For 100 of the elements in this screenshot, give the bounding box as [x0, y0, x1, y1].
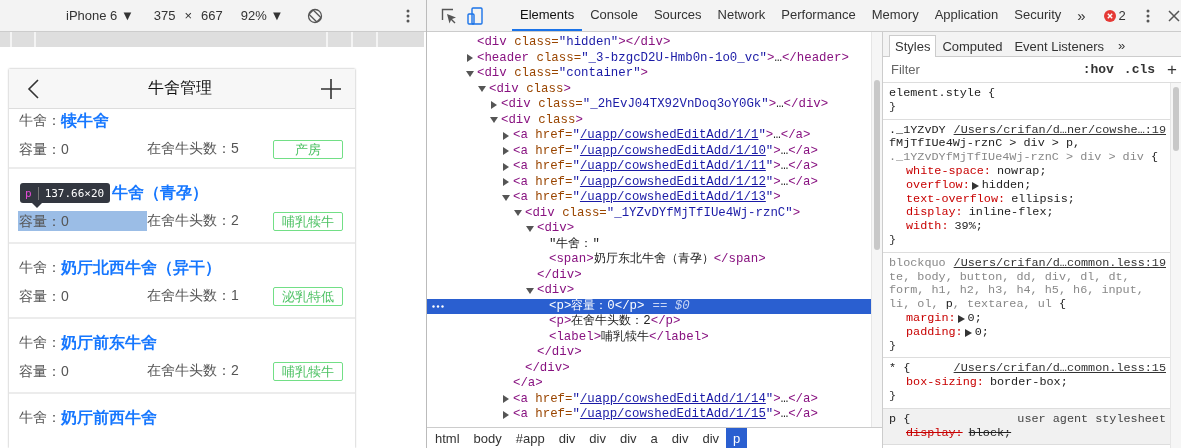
- closing-tag[interactable]: </div>: [525, 360, 570, 376]
- dom-node[interactable]: <a href="/uapp/cowshedEditAdd/1/14">…</a>: [513, 391, 818, 407]
- css-value[interactable]: 0;: [967, 311, 982, 326]
- panel-tab[interactable]: Memory: [863, 0, 927, 31]
- panel-tab[interactable]: Console: [582, 0, 646, 31]
- breadcrumb-item[interactable]: #app: [508, 428, 552, 448]
- cowshed-card[interactable]: 牛舍：奶厅前东牛舍 容量：0 在舍牛头数：2 哺乳犊牛: [9, 319, 355, 392]
- filter-field[interactable]: Filter: [889, 61, 1073, 78]
- expand-arrow-icon[interactable]: [526, 286, 534, 295]
- panel-tab[interactable]: Security: [1006, 0, 1070, 31]
- dom-node[interactable]: <p>容量：0</p>: [549, 298, 645, 314]
- source-link[interactable]: /Users/crifan/d…ner/cowshe…:19: [953, 123, 1166, 138]
- css-value[interactable]: 39%;: [954, 220, 983, 234]
- css-property[interactable]: margin:: [906, 311, 956, 326]
- css-value[interactable]: border-box;: [989, 376, 1068, 390]
- closing-tag[interactable]: </div>: [537, 267, 582, 283]
- more-icon[interactable]: [1145, 8, 1150, 23]
- dom-node[interactable]: <div>: [537, 283, 575, 299]
- panel-tab[interactable]: Sources: [645, 0, 710, 31]
- selection-highlight[interactable]: <p>容量：0</p> == $0: [427, 298, 871, 314]
- dom-node[interactable]: <div class="_1YZvDYfMjTfIUe4Wj-rznC">: [525, 205, 801, 221]
- css-property[interactable]: overflow:: [906, 178, 970, 193]
- panel-tab[interactable]: Network: [709, 0, 774, 31]
- breadcrumb-item[interactable]: body: [466, 428, 509, 448]
- breadcrumb-item[interactable]: p: [726, 428, 748, 448]
- zoom-select[interactable]: 92% ▼: [240, 8, 284, 23]
- css-property[interactable]: text-overflow:: [906, 192, 1006, 207]
- dom-node[interactable]: <p>在舍牛头数：2</p>: [549, 314, 681, 330]
- dom-node[interactable]: <span>奶厅东北牛舍（青孕）</span>: [549, 252, 766, 268]
- expand-arrow-icon[interactable]: [466, 69, 474, 78]
- dom-node[interactable]: <div class="hidden"></div>: [477, 35, 671, 51]
- more-tabs-button[interactable]: »: [1069, 7, 1094, 24]
- sidebar-tab[interactable]: Computed: [936, 35, 1009, 57]
- rotate-icon[interactable]: [307, 7, 324, 24]
- hover-state-button[interactable]: :hov: [1082, 62, 1114, 77]
- panel-tab[interactable]: Performance: [773, 0, 864, 31]
- cowshed-card[interactable]: 牛舍：犊牛舍 容量：0 在舍牛头数：5 产房: [9, 109, 355, 167]
- more-icon[interactable]: [432, 304, 444, 308]
- css-value[interactable]: hidden;: [981, 178, 1032, 193]
- closing-tag[interactable]: </div>: [537, 345, 582, 361]
- expand-arrow-icon[interactable]: [502, 131, 510, 140]
- dom-node[interactable]: <div class>: [489, 81, 571, 97]
- css-property[interactable]: display:: [906, 206, 963, 221]
- dom-node[interactable]: <label>哺乳犊牛</label>: [549, 329, 709, 345]
- panel-tab[interactable]: Elements: [512, 0, 583, 31]
- more-tabs-button[interactable]: »: [1110, 34, 1134, 56]
- dom-node[interactable]: <a href="/uapp/cowshedEditAdd/1/1">…</a>: [513, 128, 811, 144]
- expand-arrow-icon[interactable]: [490, 116, 498, 125]
- error-count[interactable]: 2: [1118, 8, 1126, 23]
- css-property[interactable]: width:: [906, 220, 949, 234]
- expand-arrow-icon[interactable]: [514, 209, 522, 218]
- css-property[interactable]: box-sizing:: [906, 376, 984, 390]
- breadcrumb-item[interactable]: a: [643, 428, 665, 448]
- expand-arrow-icon[interactable]: [502, 178, 510, 187]
- css-property[interactable]: display:: [906, 426, 963, 441]
- cowshed-card[interactable]: p 137.66×20 牛舍（青孕） 容量：0 在舍牛头数：2 哺乳犊牛: [9, 169, 355, 242]
- cowshed-card[interactable]: 牛舍：奶厅前西牛舍: [9, 394, 355, 448]
- breadcrumb-item[interactable]: div: [695, 428, 727, 448]
- dom-node[interactable]: <a href="/uapp/cowshedEditAdd/1/11">…</a>: [513, 159, 818, 175]
- scrollbar[interactable]: [871, 32, 882, 427]
- expand-arrow-icon[interactable]: [466, 54, 474, 63]
- css-value[interactable]: inline-flex;: [968, 206, 1054, 221]
- dom-node[interactable]: <a href="/uapp/cowshedEditAdd/1/10">…</a>: [513, 143, 818, 159]
- expand-arrow-icon[interactable]: [502, 162, 510, 171]
- expand-arrow-icon[interactable]: [502, 410, 510, 419]
- dom-node[interactable]: <div class>: [501, 112, 583, 128]
- error-icon[interactable]: [1103, 9, 1116, 22]
- source-link[interactable]: /Users/crifan/d…common.less:19: [953, 256, 1166, 271]
- dom-node[interactable]: <header class="_3-bzgcD2U-Hmb0n-1o0_vc">…</header>: [477, 50, 849, 66]
- expand-arrow-icon[interactable]: [478, 85, 486, 94]
- source-link[interactable]: /Users/crifan/d…common.less:15: [953, 362, 1166, 377]
- add-icon[interactable]: [321, 78, 341, 99]
- dom-node[interactable]: <div>: [537, 221, 575, 237]
- expand-arrow-icon[interactable]: [502, 193, 510, 202]
- panel-tab[interactable]: Application: [926, 0, 1007, 31]
- breadcrumb-item[interactable]: div: [664, 428, 696, 448]
- expand-arrow-icon[interactable]: [526, 224, 534, 233]
- breadcrumb-item[interactable]: div: [582, 428, 613, 448]
- back-icon[interactable]: [27, 78, 39, 99]
- expand-arrow-icon[interactable]: [502, 147, 510, 156]
- breadcrumb-item[interactable]: div: [551, 428, 583, 448]
- device-toggle-icon[interactable]: [467, 6, 483, 25]
- dom-node[interactable]: <div class="container">: [477, 66, 649, 82]
- more-icon[interactable]: [406, 8, 410, 23]
- sidebar-tab[interactable]: Event Listeners: [1008, 35, 1110, 57]
- css-value[interactable]: 0;: [974, 325, 989, 340]
- css-value[interactable]: nowrap;: [996, 165, 1047, 179]
- breadcrumb-item[interactable]: html: [428, 428, 467, 448]
- height-field[interactable]: 667: [201, 8, 223, 23]
- class-button[interactable]: .cls: [1123, 62, 1156, 77]
- sidebar-tab[interactable]: Styles: [889, 35, 937, 57]
- dom-node[interactable]: <div class="_2hEvJ04TX92VnDoq3oY0Gk">…</div>: [501, 97, 829, 113]
- css-property[interactable]: padding:: [906, 325, 963, 340]
- expand-arrow-icon[interactable]: [490, 100, 498, 109]
- closing-tag[interactable]: </a>: [513, 376, 543, 392]
- width-field[interactable]: 375: [153, 8, 176, 23]
- inspect-icon[interactable]: [441, 7, 457, 24]
- dom-node[interactable]: <a href="/uapp/cowshedEditAdd/1/15">…</a>: [513, 407, 818, 423]
- dom-node[interactable]: <a href="/uapp/cowshedEditAdd/1/13">: [513, 190, 781, 206]
- css-value[interactable]: block;: [968, 426, 1012, 441]
